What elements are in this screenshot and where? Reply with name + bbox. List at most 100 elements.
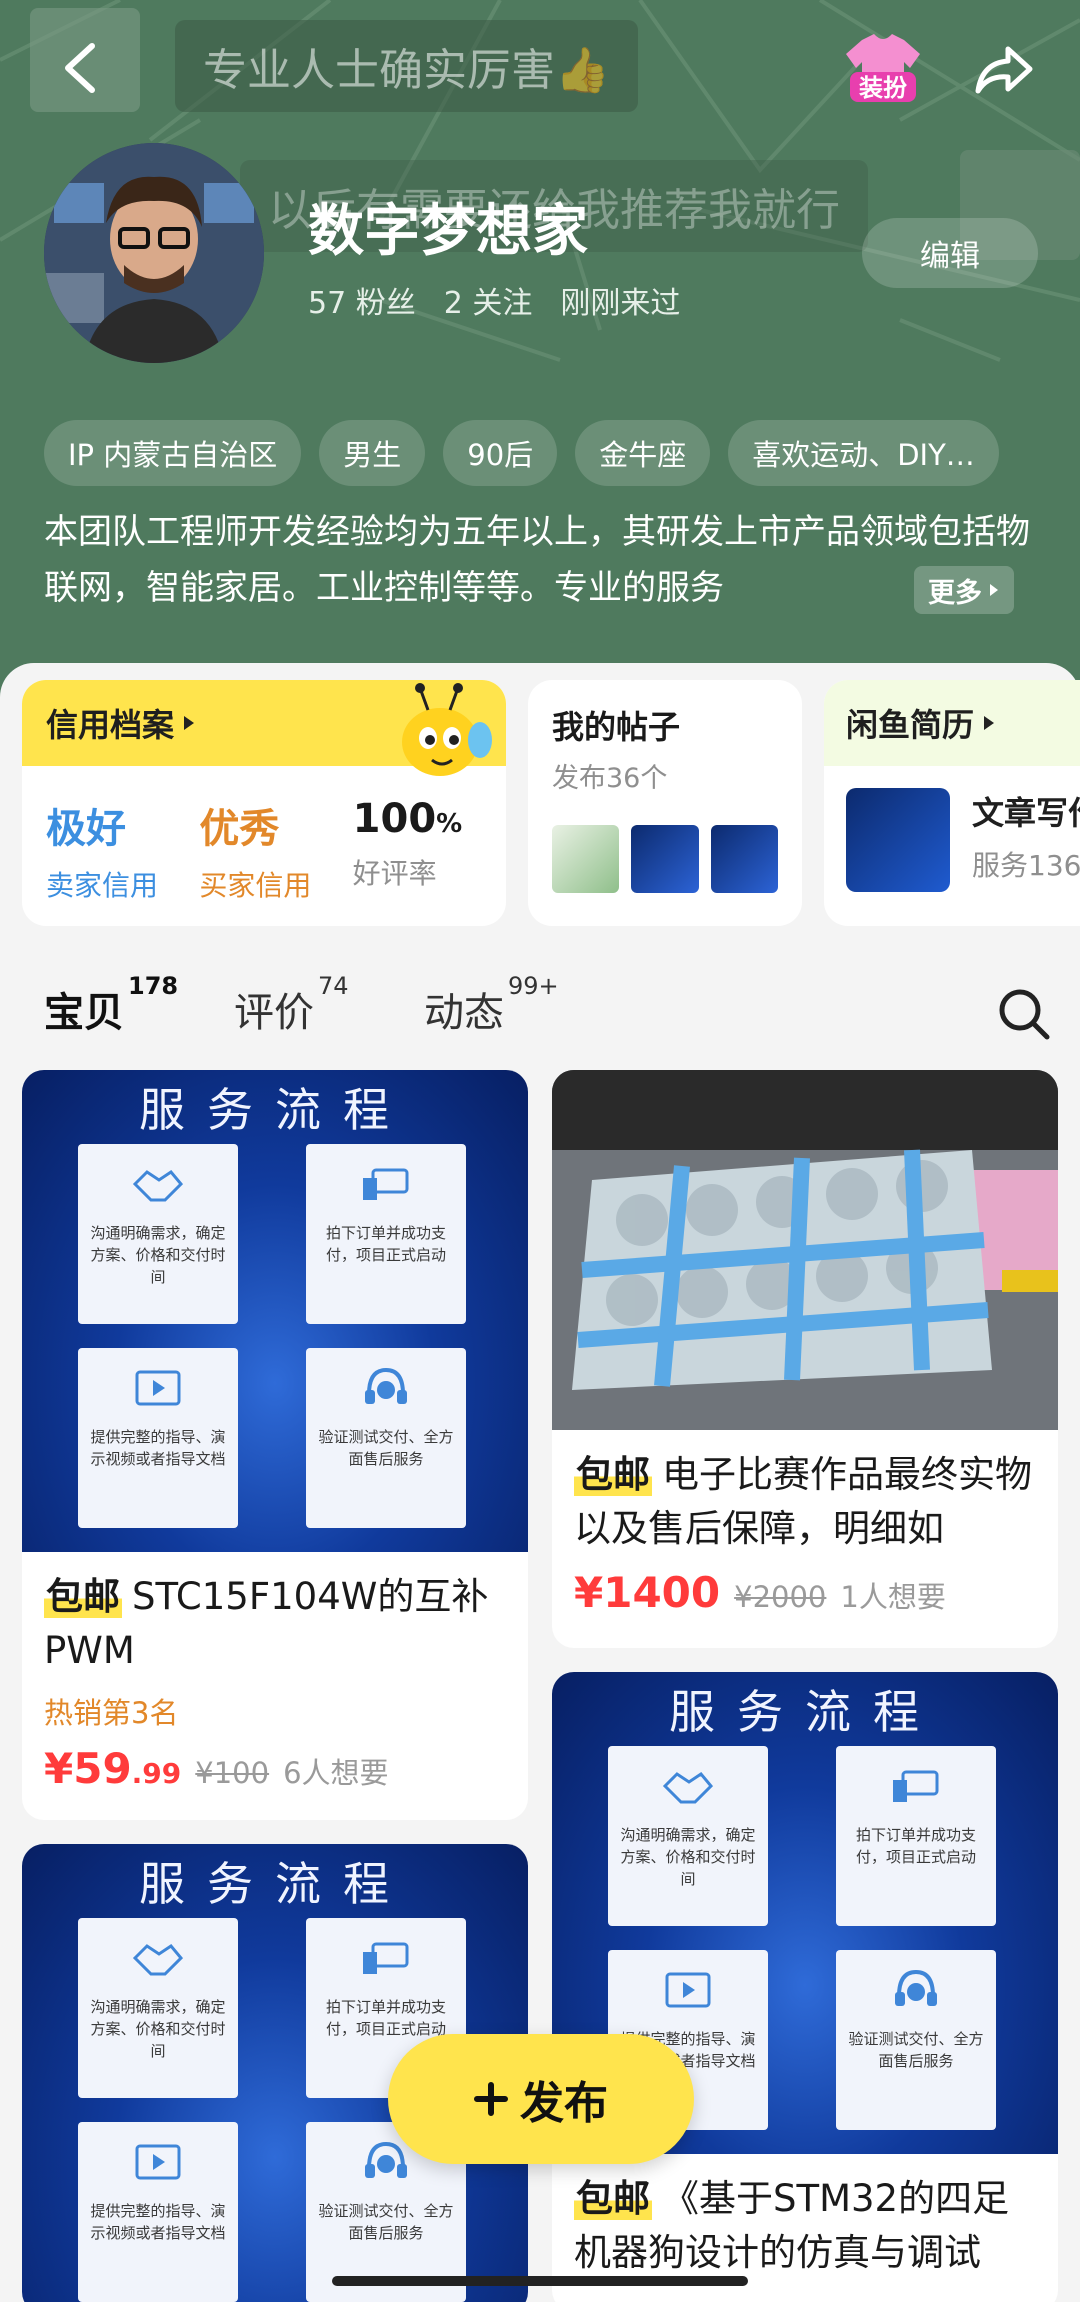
headset-icon bbox=[365, 1367, 407, 1404]
tab-updates-count: 99+ bbox=[508, 972, 559, 1000]
tag-location: IP 内蒙古自治区 bbox=[44, 420, 302, 486]
service-step: 沟通明确需求，确定方案、价格和交付时间 bbox=[608, 1746, 768, 1926]
service-step: 沟通明确需求，确定方案、价格和交付时间 bbox=[78, 1918, 238, 2098]
service-flow-title: 服务流程 bbox=[669, 1685, 941, 1739]
resume-card[interactable]: 闲鱼简历 文章写作 服务136 bbox=[824, 680, 1080, 926]
handshake-icon bbox=[132, 1944, 184, 1976]
packaged-item-photo bbox=[552, 1070, 1058, 1430]
bee-mascot-icon bbox=[402, 683, 492, 776]
tab-reviews-count: 74 bbox=[318, 972, 349, 1000]
handshake-icon bbox=[662, 1772, 714, 1804]
resume-body: 文章写作 服务136 bbox=[824, 766, 1080, 892]
resume-thumbnail bbox=[846, 788, 950, 892]
buyer-label: 买家信用 bbox=[199, 869, 312, 902]
tag-age: 90后 bbox=[443, 420, 558, 486]
service-step: 拍下订单并成功支付，项目正式启动 bbox=[836, 1746, 996, 1926]
post-thumbnail bbox=[631, 825, 699, 893]
profile-header: 专业人士确实厉害👍 装扮 以后有需要还给我推荐我就行 数字梦想家 57 粉丝 2… bbox=[0, 0, 1080, 720]
last-seen: 刚刚来过 bbox=[560, 286, 681, 321]
service-flow-title: 服务流程 bbox=[139, 1857, 411, 1911]
avatar[interactable] bbox=[44, 143, 264, 363]
seller-label: 卖家信用 bbox=[46, 869, 159, 902]
good-rate: 100% 好评率 bbox=[353, 796, 506, 904]
dress-up-button[interactable]: 装扮 bbox=[840, 26, 926, 112]
resume-sub: 服务136 bbox=[972, 849, 1080, 882]
resume-title: 闲鱼简历 bbox=[846, 706, 975, 744]
service-step: 验证测试交付、全方面售后服务 bbox=[306, 1348, 466, 1528]
product-card[interactable]: 服务流程 沟通明确需求，确定方案、价格和交付时间 拍下订单并成功支付，项目正式启… bbox=[22, 1070, 528, 1820]
service-flow-image: 服务流程 沟通明确需求，确定方案、价格和交付时间 拍下订单并成功支付，项目正式启… bbox=[22, 1070, 528, 1552]
search-icon[interactable] bbox=[996, 986, 1052, 1042]
post-thumbnail bbox=[552, 825, 620, 893]
service-step: 拍下订单并成功支付，项目正式启动 bbox=[306, 1144, 466, 1324]
service-flow-title: 服务流程 bbox=[139, 1083, 411, 1137]
credit-ratings: 极好 卖家信用 优秀 买家信用 100% 好评率 bbox=[22, 766, 506, 904]
publish-button[interactable]: 发布 bbox=[388, 2034, 694, 2164]
back-arrow-icon bbox=[65, 43, 95, 93]
service-step: 验证测试交付、全方面售后服务 bbox=[836, 1950, 996, 2130]
buyer-credit: 优秀 买家信用 bbox=[199, 796, 352, 904]
profile-bio: 本团队工程师开发经验均为五年以上，其研发上市产品领域包括物联网，智能家居。工业控… bbox=[44, 512, 1030, 608]
profile-stats: 57 粉丝 2 关注 刚刚来过 bbox=[308, 278, 680, 322]
original-price: ¥100 bbox=[195, 1756, 270, 1790]
payment-icon bbox=[363, 1942, 409, 1974]
price-row: ¥1400 ¥2000 1人想要 bbox=[574, 1568, 1036, 1617]
original-price: ¥2000 bbox=[734, 1580, 827, 1614]
publish-label: 发布 bbox=[520, 2078, 608, 2129]
plus-icon bbox=[474, 2082, 508, 2116]
share-button[interactable] bbox=[968, 34, 1040, 106]
dress-up-label: 装扮 bbox=[859, 74, 907, 102]
service-step: 提供完整的指导、演示视频或者指导文档 bbox=[78, 2122, 238, 2302]
bio-more-button[interactable]: 更多 bbox=[914, 566, 1014, 614]
product-title: 包邮 《基于STM32的四足机器狗设计的仿真与调试 bbox=[574, 2177, 1010, 2274]
posts-thumbnails bbox=[552, 825, 778, 893]
credit-profile-card[interactable]: 信用档案 极好 卖家信用 优秀 买家信用 100% 好评率 bbox=[22, 680, 506, 926]
product-info: 包邮 电子比赛作品最终实物以及售后保障，明细如 ¥1400 ¥2000 1人想要 bbox=[552, 1430, 1058, 1617]
more-label: 更多 bbox=[928, 577, 982, 609]
tab-items[interactable]: 宝贝 178 bbox=[44, 972, 178, 1038]
resume-item: 文章写作 bbox=[972, 794, 1080, 832]
product-info: 包邮 《基于STM32的四足机器狗设计的仿真与调试 bbox=[552, 2154, 1058, 2280]
headset-icon bbox=[365, 2141, 407, 2178]
free-shipping-badge: 包邮 bbox=[574, 2177, 652, 2220]
payment-icon bbox=[363, 1168, 409, 1200]
product-card[interactable]: 包邮 电子比赛作品最终实物以及售后保障，明细如 ¥1400 ¥2000 1人想要 bbox=[552, 1070, 1058, 1648]
good-rate-value: 100% bbox=[352, 796, 463, 842]
tag-hobby[interactable]: 喜欢运动、DIY… bbox=[728, 420, 999, 486]
product-price: ¥1400 bbox=[574, 1568, 721, 1617]
my-posts-card[interactable]: 我的帖子 发布36个 bbox=[528, 680, 802, 926]
following-count[interactable]: 2 关注 bbox=[444, 278, 533, 322]
triangle-right-icon bbox=[990, 584, 998, 596]
free-shipping-badge: 包邮 bbox=[44, 1575, 122, 1618]
seller-rating: 极好 bbox=[46, 806, 126, 852]
edit-profile-button[interactable]: 编辑 bbox=[862, 218, 1038, 288]
resume-card-header: 闲鱼简历 bbox=[824, 680, 1080, 766]
seller-credit: 极好 卖家信用 bbox=[46, 796, 199, 904]
good-rate-label: 好评率 bbox=[352, 857, 437, 890]
video-icon bbox=[135, 2144, 181, 2180]
headset-icon bbox=[895, 1969, 937, 2006]
service-step: 沟通明确需求，确定方案、价格和交付时间 bbox=[78, 1144, 238, 1324]
tab-items-count: 178 bbox=[128, 972, 179, 1000]
hot-rank-badge: 热销第3名 bbox=[44, 1696, 179, 1730]
want-count: 6人想要 bbox=[283, 1756, 389, 1790]
product-info: 包邮 STC15F104W的互补PWM 热销第3名 ¥59.99 ¥100 6人想… bbox=[22, 1552, 528, 1793]
content-tabs: 宝贝 178 评价 74 动态 99+ bbox=[44, 972, 614, 1038]
product-title: 包邮 电子比赛作品最终实物以及售后保障，明细如 bbox=[574, 1453, 1032, 1550]
bullet-comment: 专业人士确实厉害👍 bbox=[175, 20, 638, 112]
credit-title: 信用档案 bbox=[46, 706, 175, 744]
posts-title: 我的帖子 bbox=[552, 708, 681, 746]
fans-count[interactable]: 57 粉丝 bbox=[308, 278, 416, 322]
tab-updates[interactable]: 动态 99+ bbox=[424, 972, 559, 1038]
product-price: ¥59.99 bbox=[44, 1744, 182, 1793]
avatar-portrait-icon bbox=[44, 143, 264, 363]
payment-icon bbox=[893, 1770, 939, 1802]
triangle-right-icon bbox=[184, 716, 195, 730]
home-indicator[interactable] bbox=[332, 2276, 748, 2286]
product-card[interactable]: 服务流程 沟通明确需求，确定方案、价格和交付时间 拍下订单并成功支付，项目正式启… bbox=[552, 1672, 1058, 2302]
back-button[interactable] bbox=[44, 32, 116, 104]
posts-count: 发布36个 bbox=[552, 763, 668, 794]
price-row: ¥59.99 ¥100 6人想要 bbox=[44, 1744, 506, 1793]
tab-reviews[interactable]: 评价 74 bbox=[234, 972, 349, 1038]
tshirt-icon: 装扮 bbox=[846, 34, 920, 102]
